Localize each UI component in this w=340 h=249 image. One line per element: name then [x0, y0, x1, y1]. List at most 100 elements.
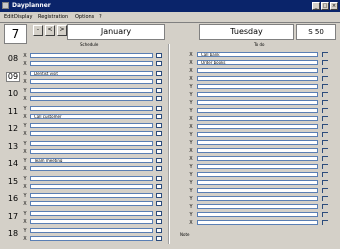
slot-checkbox[interactable] — [156, 176, 162, 181]
task-field[interactable]: Order books — [197, 60, 318, 65]
slot-checkbox[interactable] — [156, 106, 162, 111]
menu-help[interactable]: ? — [99, 12, 102, 22]
slot-checkbox[interactable] — [156, 193, 162, 198]
slot-checkbox[interactable] — [156, 96, 162, 101]
schedule-slot[interactable] — [30, 184, 153, 189]
menu-display[interactable]: Display — [14, 12, 32, 22]
task-field[interactable] — [197, 76, 318, 81]
task-checkbox[interactable] — [322, 52, 328, 57]
schedule-slot[interactable] — [30, 79, 153, 84]
slot-checkbox[interactable] — [156, 79, 162, 84]
task-field[interactable] — [197, 108, 318, 113]
task-checkbox[interactable] — [322, 164, 328, 169]
schedule-slot[interactable] — [30, 236, 153, 241]
slot-checkbox[interactable] — [156, 114, 162, 119]
slot-checkbox[interactable] — [156, 53, 162, 58]
slot-checkbox[interactable] — [156, 71, 162, 76]
maximize-button[interactable]: □ — [321, 2, 329, 10]
menu-edit[interactable]: Edit — [4, 12, 14, 22]
menu-registration[interactable]: Registration — [38, 12, 68, 22]
slot-checkbox[interactable] — [156, 166, 162, 171]
schedule-slot[interactable] — [30, 96, 153, 101]
task-field[interactable] — [197, 212, 318, 217]
task-field[interactable] — [197, 124, 318, 129]
schedule-slot[interactable]: Team meeting — [30, 158, 153, 163]
slot-checkbox[interactable] — [156, 61, 162, 66]
prev-button[interactable]: - — [33, 25, 43, 36]
task-checkbox[interactable] — [322, 180, 328, 185]
task-checkbox[interactable] — [322, 204, 328, 209]
task-checkbox[interactable] — [322, 156, 328, 161]
schedule-slot[interactable] — [30, 149, 153, 154]
slot-checkbox[interactable] — [156, 184, 162, 189]
schedule-slot[interactable] — [30, 211, 153, 216]
task-field[interactable] — [197, 196, 318, 201]
task-field[interactable]: Call bank — [197, 52, 318, 57]
task-checkbox[interactable] — [322, 60, 328, 65]
task-checkbox[interactable] — [322, 68, 328, 73]
task-field[interactable] — [197, 164, 318, 169]
nav-right-button[interactable]: > — [57, 25, 67, 36]
task-field[interactable] — [197, 204, 318, 209]
schedule-slot[interactable] — [30, 61, 153, 66]
schedule-slot[interactable] — [30, 219, 153, 224]
slot-checkbox[interactable] — [156, 123, 162, 128]
task-checkbox[interactable] — [322, 124, 328, 129]
task-checkbox[interactable] — [322, 92, 328, 97]
task-field[interactable] — [197, 172, 318, 177]
slot-checkbox[interactable] — [156, 228, 162, 233]
schedule-slot[interactable] — [30, 228, 153, 233]
close-button[interactable]: × — [330, 2, 338, 10]
task-field[interactable] — [197, 92, 318, 97]
schedule-slot[interactable]: Dentist visit — [30, 71, 153, 76]
schedule-slot[interactable] — [30, 53, 153, 58]
task-field[interactable] — [197, 156, 318, 161]
minimize-button[interactable]: _ — [312, 2, 320, 10]
schedule-slot[interactable]: Call customer — [30, 114, 153, 119]
schedule-slot[interactable] — [30, 141, 153, 146]
task-field[interactable] — [197, 188, 318, 193]
schedule-slot[interactable] — [30, 176, 153, 181]
slot-checkbox[interactable] — [156, 158, 162, 163]
task-field[interactable] — [197, 220, 318, 225]
schedule-slot[interactable] — [30, 193, 153, 198]
slot-checkbox[interactable] — [156, 141, 162, 146]
slot-checkbox[interactable] — [156, 88, 162, 93]
nav-left-button[interactable]: < — [45, 25, 55, 36]
task-field[interactable] — [197, 84, 318, 89]
schedule-slot[interactable] — [30, 123, 153, 128]
task-field[interactable] — [197, 140, 318, 145]
schedule-slot[interactable] — [30, 166, 153, 171]
task-checkbox[interactable] — [322, 116, 328, 121]
schedule-slot[interactable] — [30, 201, 153, 206]
task-field[interactable] — [197, 180, 318, 185]
slot-checkbox[interactable] — [156, 236, 162, 241]
task-checkbox[interactable] — [322, 148, 328, 153]
task-field[interactable] — [197, 100, 318, 105]
task-field[interactable] — [197, 132, 318, 137]
task-marker: Y — [189, 212, 193, 218]
task-field[interactable] — [197, 68, 318, 73]
task-checkbox[interactable] — [322, 212, 328, 217]
task-checkbox[interactable] — [322, 100, 328, 105]
slot-checkbox[interactable] — [156, 211, 162, 216]
menu-options[interactable]: Options — [75, 12, 94, 22]
task-checkbox[interactable] — [322, 220, 328, 225]
task-checkbox[interactable] — [322, 188, 328, 193]
slot-checkbox[interactable] — [156, 131, 162, 136]
task-checkbox[interactable] — [322, 140, 328, 145]
task-checkbox[interactable] — [322, 132, 328, 137]
slot-checkbox[interactable] — [156, 219, 162, 224]
schedule-slot[interactable] — [30, 88, 153, 93]
slot-checkbox[interactable] — [156, 149, 162, 154]
task-checkbox[interactable] — [322, 172, 328, 177]
schedule-slot[interactable] — [30, 106, 153, 111]
task-checkbox[interactable] — [322, 196, 328, 201]
task-checkbox[interactable] — [322, 84, 328, 89]
task-checkbox[interactable] — [322, 108, 328, 113]
slot-checkbox[interactable] — [156, 201, 162, 206]
task-checkbox[interactable] — [322, 76, 328, 81]
schedule-slot[interactable] — [30, 131, 153, 136]
task-field[interactable] — [197, 116, 318, 121]
task-field[interactable] — [197, 148, 318, 153]
